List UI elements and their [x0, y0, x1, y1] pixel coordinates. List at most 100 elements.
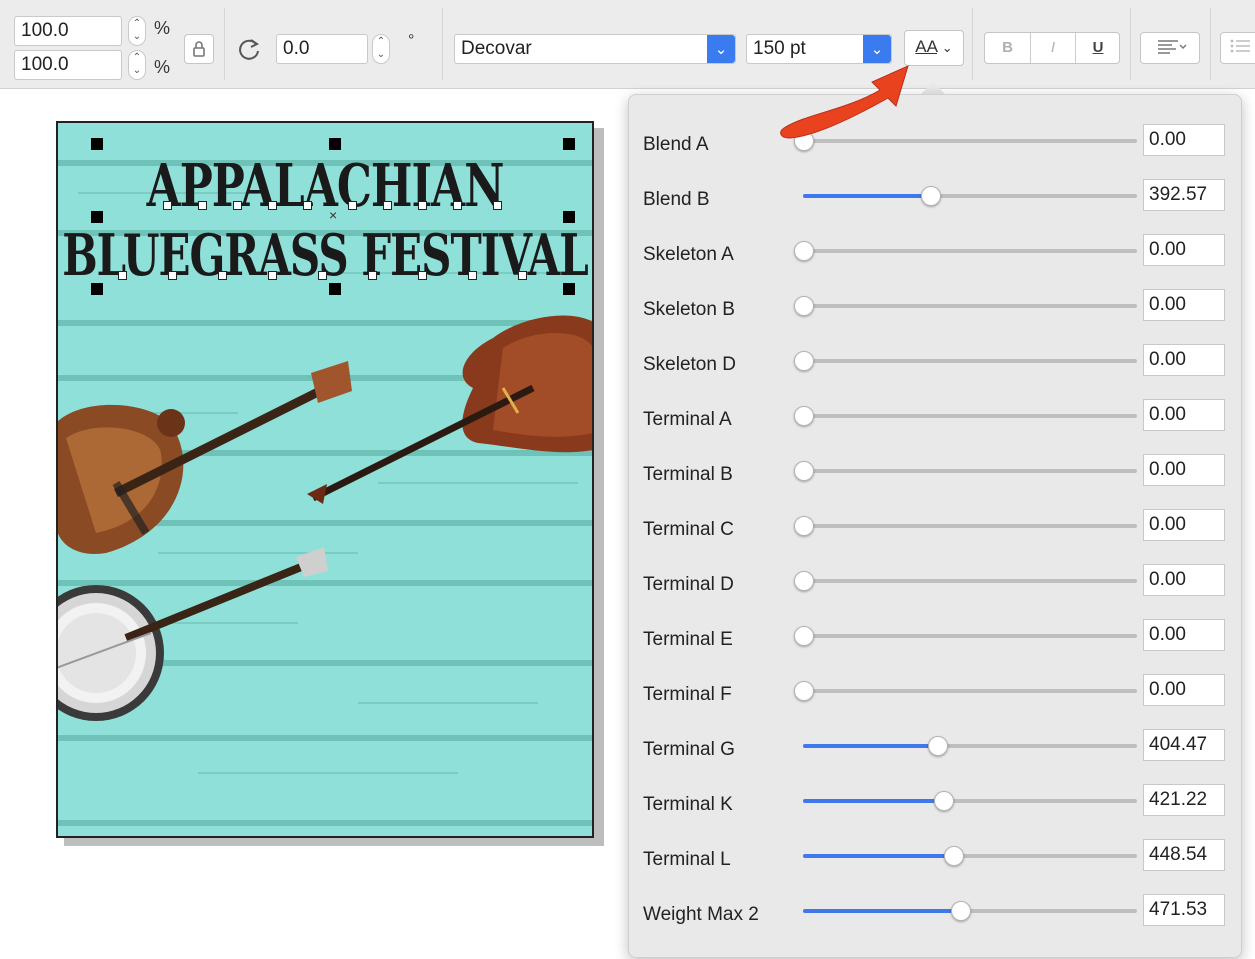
axis-row: Terminal D 0.00: [629, 562, 1241, 617]
scale-x-field[interactable]: 100.0: [14, 16, 122, 46]
text-node-handle[interactable]: [493, 201, 502, 210]
axis-slider[interactable]: [794, 406, 1137, 426]
axis-slider[interactable]: [794, 516, 1137, 536]
slider-knob[interactable]: [794, 626, 814, 646]
selection-handle-bottom-right[interactable]: [563, 283, 575, 295]
axis-value-field[interactable]: 0.00: [1143, 674, 1225, 706]
scale-x-stepper[interactable]: ⌃ ⌄: [128, 16, 146, 46]
axis-value-field[interactable]: 0.00: [1143, 619, 1225, 651]
axis-value-field[interactable]: 448.54: [1143, 839, 1225, 871]
annotation-arrow-icon: [780, 65, 909, 139]
axis-value-field[interactable]: 404.47: [1143, 729, 1225, 761]
slider-knob[interactable]: [934, 791, 955, 811]
poster-artboard[interactable]: APPALACHIAN BLUEGRASS FESTIVAL ×: [56, 121, 594, 838]
axis-label: Terminal F: [643, 684, 732, 705]
selection-handle-top-right[interactable]: [563, 138, 575, 150]
text-node-handle[interactable]: [163, 201, 172, 210]
text-node-handle[interactable]: [468, 271, 477, 280]
axis-slider[interactable]: [794, 626, 1137, 646]
axis-slider[interactable]: [794, 351, 1137, 371]
axis-value-field[interactable]: 0.00: [1143, 124, 1225, 156]
slider-knob[interactable]: [794, 351, 814, 371]
slider-knob[interactable]: [920, 186, 941, 206]
axis-value-field[interactable]: 0.00: [1143, 454, 1225, 486]
scale-y-stepper[interactable]: ⌃ ⌄: [128, 50, 146, 80]
font-family-dropdown[interactable]: Decovar ⌄: [454, 34, 736, 64]
axis-value-field[interactable]: 0.00: [1143, 234, 1225, 266]
scale-y-field[interactable]: 100.0: [14, 50, 122, 80]
selection-handle-right[interactable]: [563, 211, 575, 223]
axis-slider[interactable]: [803, 186, 1137, 206]
text-align-icon: [1158, 40, 1187, 54]
axis-row: Skeleton D 0.00: [629, 342, 1241, 397]
selection-handle-top-left[interactable]: [91, 138, 103, 150]
axis-slider[interactable]: [794, 296, 1137, 316]
axis-slider[interactable]: [803, 901, 1137, 921]
italic-button[interactable]: I: [1031, 39, 1075, 56]
property-toolbar: 100.0 ⌃ ⌄ % 100.0 ⌃ ⌄ % 0.0 ⌃ ⌄ ° Decovar ⌄…: [0, 0, 1255, 89]
axis-slider[interactable]: [794, 241, 1137, 261]
text-node-handle[interactable]: [218, 271, 227, 280]
axis-slider[interactable]: [794, 571, 1137, 591]
lock-ratio-button[interactable]: [184, 34, 214, 64]
selection-handle-left[interactable]: [91, 211, 103, 223]
selection-handle-top[interactable]: [329, 138, 341, 150]
slider-knob[interactable]: [794, 241, 814, 261]
text-node-handle[interactable]: [198, 201, 207, 210]
text-node-handle[interactable]: [303, 201, 312, 210]
slider-knob[interactable]: [950, 901, 971, 921]
lock-icon: [193, 41, 205, 57]
text-node-handle[interactable]: [268, 201, 277, 210]
slider-knob[interactable]: [794, 681, 814, 701]
text-node-handle[interactable]: [168, 271, 177, 280]
axis-value-field[interactable]: 0.00: [1143, 399, 1225, 431]
slider-knob[interactable]: [794, 461, 814, 481]
axis-row: Terminal G 404.47: [629, 727, 1241, 782]
mandolin-illustration: [58, 361, 352, 554]
text-align-dropdown[interactable]: [1140, 32, 1200, 64]
axis-value-field[interactable]: 0.00: [1143, 289, 1225, 321]
rotation-stepper[interactable]: ⌃ ⌄: [372, 34, 390, 64]
axis-slider[interactable]: [803, 846, 1137, 866]
text-node-handle[interactable]: [233, 201, 242, 210]
axis-slider[interactable]: [794, 681, 1137, 701]
slider-knob[interactable]: [794, 516, 814, 536]
axis-value-field[interactable]: 0.00: [1143, 564, 1225, 596]
axis-value-field[interactable]: 0.00: [1143, 344, 1225, 376]
slider-knob[interactable]: [927, 736, 948, 756]
text-node-handle[interactable]: [518, 271, 527, 280]
underline-button[interactable]: U: [1076, 39, 1120, 56]
slider-knob[interactable]: [794, 571, 814, 591]
text-node-handle[interactable]: [368, 271, 377, 280]
slider-knob[interactable]: [944, 846, 965, 866]
text-node-handle[interactable]: [318, 271, 327, 280]
axis-slider[interactable]: [803, 736, 1137, 756]
text-node-handle[interactable]: [268, 271, 277, 280]
axis-label: Terminal A: [643, 409, 732, 430]
axis-value-field[interactable]: 0.00: [1143, 509, 1225, 541]
rotation-field[interactable]: 0.0: [276, 34, 368, 64]
axis-label: Terminal D: [643, 574, 734, 595]
axis-value-field[interactable]: 421.22: [1143, 784, 1225, 816]
text-node-handle[interactable]: [348, 201, 357, 210]
slider-fill: [803, 744, 937, 748]
text-node-handle[interactable]: [418, 271, 427, 280]
text-node-handle[interactable]: [383, 201, 392, 210]
selection-handle-bottom-left[interactable]: [91, 283, 103, 295]
bold-button[interactable]: B: [985, 39, 1030, 56]
axis-value-field[interactable]: 392.57: [1143, 179, 1225, 211]
poster-title-line-1[interactable]: APPALACHIAN: [58, 152, 592, 221]
text-node-handle[interactable]: [118, 271, 127, 280]
axis-slider[interactable]: [794, 461, 1137, 481]
selection-handle-bottom[interactable]: [329, 283, 341, 295]
banjo-illustration: [58, 547, 328, 721]
slider-knob[interactable]: [794, 296, 814, 316]
slider-knob[interactable]: [794, 406, 814, 426]
text-node-handle[interactable]: [453, 201, 462, 210]
text-node-handle[interactable]: [418, 201, 427, 210]
axis-row: Blend A 0.00: [629, 122, 1241, 177]
list-button[interactable]: [1220, 32, 1255, 64]
degree-unit: °: [408, 32, 415, 49]
axis-value-field[interactable]: 471.53: [1143, 894, 1225, 926]
axis-slider[interactable]: [803, 791, 1137, 811]
